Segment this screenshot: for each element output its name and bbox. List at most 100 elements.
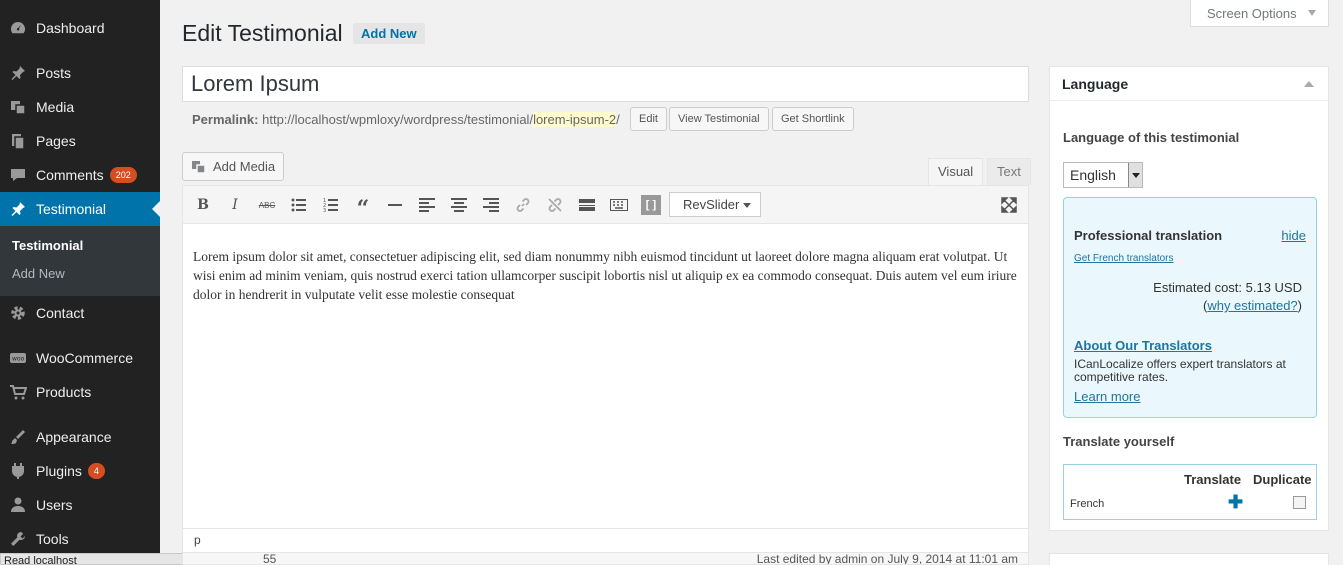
screen-options-label: Screen Options bbox=[1207, 6, 1297, 21]
sidebar-item-label: WooCommerce bbox=[36, 350, 133, 366]
svg-text:woo: woo bbox=[12, 356, 25, 363]
comments-icon bbox=[8, 165, 28, 185]
shortcode-icon[interactable]: [ ] bbox=[641, 195, 661, 215]
pin-icon bbox=[8, 199, 28, 219]
get-shortlink-button[interactable]: Get Shortlink bbox=[772, 107, 854, 131]
sidebar-item-label: Comments bbox=[36, 167, 104, 183]
fullscreen-icon[interactable] bbox=[999, 195, 1019, 215]
sidebar-item-posts[interactable]: Posts bbox=[0, 56, 160, 90]
align-center-icon[interactable] bbox=[449, 195, 469, 215]
add-new-button[interactable]: Add New bbox=[353, 23, 425, 44]
unlink-icon[interactable] bbox=[545, 195, 565, 215]
revslider-label: RevSlider bbox=[683, 197, 740, 212]
comments-count-badge: 202 bbox=[109, 167, 137, 183]
plugins-count-badge: 4 bbox=[87, 463, 105, 479]
tab-text[interactable]: Text bbox=[987, 158, 1031, 185]
about-translators-link[interactable]: About Our Translators bbox=[1074, 338, 1212, 353]
sidebar-item-plugins[interactable]: Plugins 4 bbox=[0, 454, 160, 488]
sidebar-item-label: Tools bbox=[36, 531, 69, 547]
chevron-down-icon bbox=[743, 203, 751, 208]
read-more-icon[interactable] bbox=[577, 195, 597, 215]
editor-toolbar: B I ABC 123 “ [ ] RevSlider bbox=[183, 186, 1028, 224]
bullet-list-icon[interactable] bbox=[289, 195, 309, 215]
translation-language: French bbox=[1070, 498, 1105, 510]
hide-link[interactable]: hide bbox=[1281, 228, 1306, 243]
sidebar-item-label: Testimonial bbox=[36, 201, 107, 217]
pin-icon bbox=[8, 63, 28, 83]
permalink-slug[interactable]: lorem-ipsum-2 bbox=[533, 112, 617, 127]
sidebar-item-testimonial[interactable]: Testimonial bbox=[0, 192, 160, 226]
learn-more-link[interactable]: Learn more bbox=[1074, 389, 1140, 404]
next-metabox bbox=[1049, 553, 1329, 565]
gear-icon bbox=[8, 303, 28, 323]
add-media-button[interactable]: Add Media bbox=[182, 152, 284, 181]
blockquote-icon[interactable]: “ bbox=[353, 195, 373, 222]
permalink: Permalink: http://localhost/wpmloxy/word… bbox=[192, 112, 620, 127]
sidebar-item-users[interactable]: Users bbox=[0, 488, 160, 522]
plug-icon bbox=[8, 461, 28, 481]
sidebar-item-products[interactable]: Products bbox=[0, 375, 160, 409]
horizontal-line-icon[interactable] bbox=[385, 195, 405, 215]
submenu-item-add-new[interactable]: Add New bbox=[12, 266, 65, 281]
svg-text:3: 3 bbox=[323, 208, 326, 212]
last-edited: Last edited by admin on July 9, 2014 at … bbox=[756, 553, 1018, 565]
tab-visual[interactable]: Visual bbox=[928, 158, 984, 185]
why-estimated-link[interactable]: why estimated? bbox=[1207, 298, 1297, 313]
language-metabox-header[interactable]: Language bbox=[1050, 67, 1328, 101]
estimated-cost: Estimated cost: 5.13 USD bbox=[1153, 280, 1302, 295]
language-select[interactable]: English bbox=[1063, 162, 1143, 188]
strikethrough-icon[interactable]: ABC bbox=[257, 195, 277, 215]
language-metabox-title: Language bbox=[1062, 76, 1129, 92]
align-right-icon[interactable] bbox=[481, 195, 501, 215]
sidebar-item-dashboard[interactable]: Dashboard bbox=[0, 11, 160, 45]
editor-content[interactable]: Lorem ipsum dolor sit amet, consectetuer… bbox=[193, 247, 1018, 304]
sidebar-item-label: Appearance bbox=[36, 429, 112, 445]
collapse-arrow-icon[interactable] bbox=[1304, 81, 1314, 87]
woo-icon: woo bbox=[8, 348, 28, 368]
link-icon[interactable] bbox=[513, 195, 533, 215]
bold-icon[interactable]: B bbox=[193, 195, 213, 215]
testimonial-submenu: Testimonial Add New bbox=[0, 226, 160, 296]
add-media-label: Add Media bbox=[213, 159, 276, 174]
add-translation-icon[interactable]: ✚ bbox=[1228, 492, 1243, 513]
duplicate-checkbox[interactable] bbox=[1293, 496, 1306, 509]
duplicate-column-header: Duplicate bbox=[1253, 472, 1312, 487]
sidebar-item-woocommerce[interactable]: woo WooCommerce bbox=[0, 341, 160, 375]
admin-sidebar: Dashboard Posts Media Pages Comments 202… bbox=[0, 0, 160, 565]
word-count: 55 bbox=[263, 553, 277, 565]
revslider-dropdown[interactable]: RevSlider bbox=[669, 192, 761, 217]
wrench-icon bbox=[8, 529, 28, 549]
edit-permalink-button[interactable]: Edit bbox=[630, 107, 667, 131]
numbered-list-icon[interactable]: 123 bbox=[321, 195, 341, 215]
media-icon bbox=[191, 159, 207, 175]
keyboard-icon[interactable] bbox=[609, 195, 629, 215]
editor-path: p bbox=[194, 533, 201, 547]
why-estimated: (why estimated?) bbox=[1202, 298, 1302, 313]
post-status-info: 55 Last edited by admin on July 9, 2014 … bbox=[182, 553, 1029, 565]
sidebar-item-label: Pages bbox=[36, 133, 76, 149]
translate-yourself-label: Translate yourself bbox=[1063, 434, 1175, 449]
cart-icon bbox=[8, 382, 28, 402]
view-testimonial-button[interactable]: View Testimonial bbox=[669, 107, 769, 131]
sidebar-item-pages[interactable]: Pages bbox=[0, 124, 160, 158]
sidebar-item-media[interactable]: Media bbox=[0, 90, 160, 124]
screen-options-button[interactable]: Screen Options bbox=[1190, 0, 1329, 27]
sidebar-item-appearance[interactable]: Appearance bbox=[0, 420, 160, 454]
chevron-down-icon bbox=[1128, 163, 1142, 187]
align-left-icon[interactable] bbox=[417, 195, 437, 215]
user-icon bbox=[8, 495, 28, 515]
sidebar-item-tools[interactable]: Tools bbox=[0, 522, 160, 556]
chevron-down-icon bbox=[1308, 10, 1316, 16]
media-icon bbox=[8, 97, 28, 117]
submenu-item-testimonial[interactable]: Testimonial bbox=[12, 238, 83, 253]
content-editor: B I ABC 123 “ [ ] RevSlider Lorem ipsum … bbox=[182, 185, 1029, 553]
sidebar-item-comments[interactable]: Comments 202 bbox=[0, 158, 160, 192]
get-french-translators-link[interactable]: Get French translators bbox=[1074, 253, 1173, 264]
permalink-url[interactable]: http://localhost/wpmloxy/wordpress/testi… bbox=[262, 112, 533, 127]
translators-description: ICanLocalize offers expert translators a… bbox=[1074, 357, 1286, 384]
sidebar-item-contact[interactable]: Contact bbox=[0, 296, 160, 330]
language-label: Language of this testimonial bbox=[1063, 130, 1240, 145]
post-title-input[interactable] bbox=[182, 66, 1029, 102]
dashboard-icon bbox=[8, 18, 28, 38]
italic-icon[interactable]: I bbox=[225, 195, 245, 215]
